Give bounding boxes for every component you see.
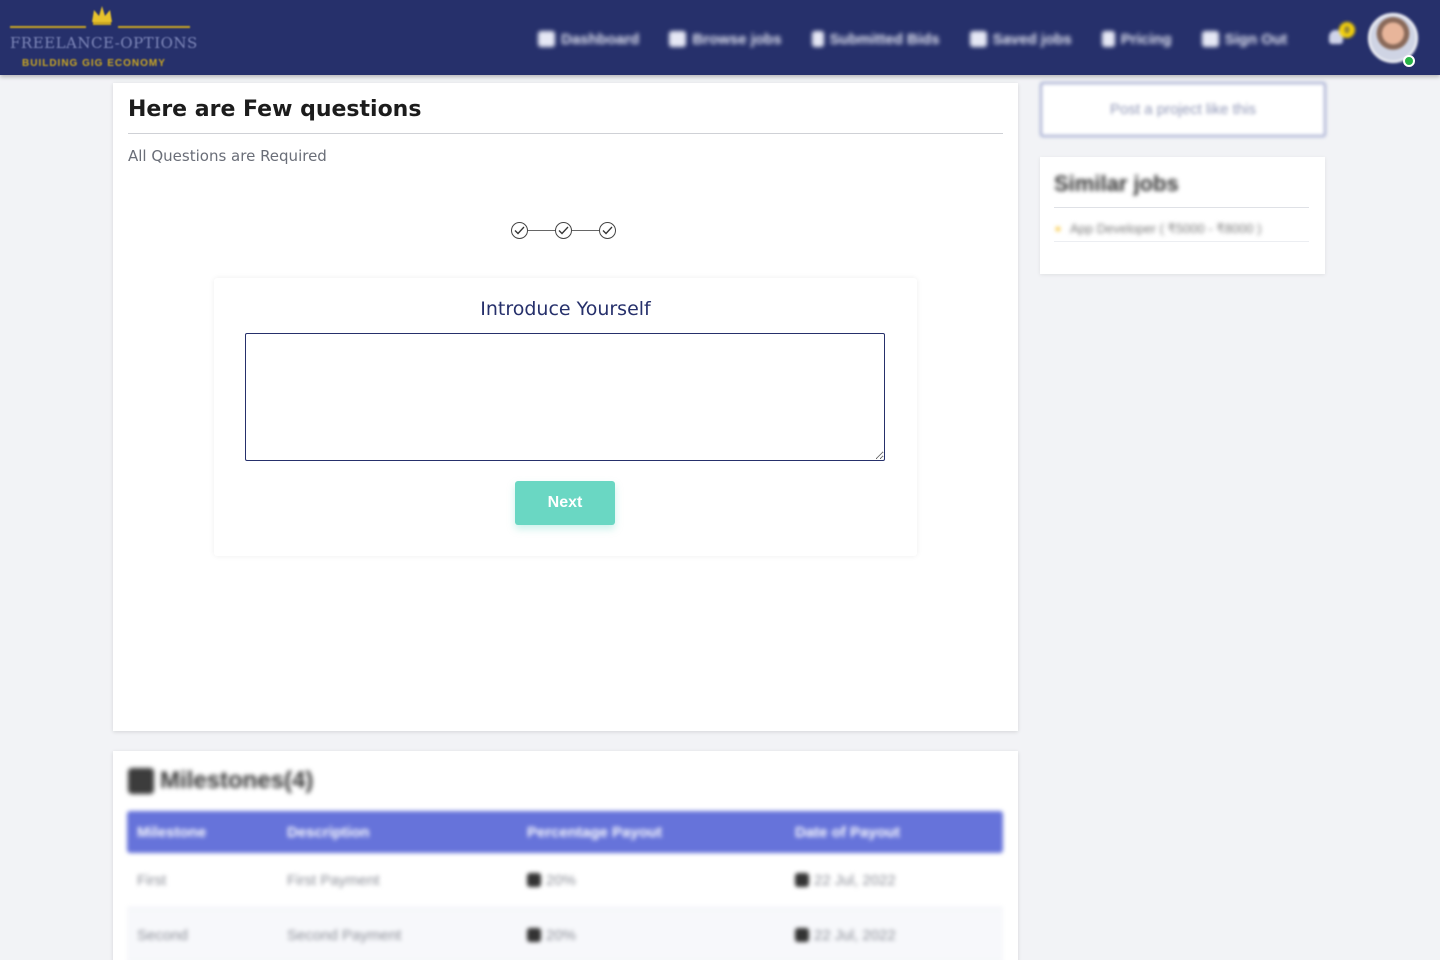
nav-saved-jobs[interactable]: Saved jobs	[969, 30, 1072, 48]
milestones-card: Milestones(4) Milestone Description Perc…	[113, 751, 1018, 960]
date-cell: 22 Jul, 2022	[785, 872, 1003, 889]
column-header: Date of Payout	[795, 823, 901, 841]
crown-icon	[92, 6, 112, 25]
post-project-button[interactable]: Post a project like this	[1040, 82, 1326, 137]
step-1-check-icon	[511, 222, 528, 239]
column-header: Milestone	[137, 823, 207, 841]
similar-job-link[interactable]: App Developer ( ₹5000 - ₹8000 )	[1056, 221, 1261, 237]
similar-jobs-divider	[1054, 207, 1309, 208]
star-icon	[969, 31, 987, 47]
table-row: First First Payment 20% 22 Jul, 2022	[127, 853, 1003, 908]
step-3-check-icon	[599, 222, 616, 239]
brand-name: FREELANCE-OPTIONS	[10, 34, 198, 52]
milestones-heading: Milestones(4)	[128, 765, 313, 797]
description-cell: Second Payment	[287, 926, 402, 944]
table-header: Milestone Description Percentage Payout …	[127, 811, 1003, 853]
step-progress	[511, 222, 621, 240]
nav-pricing-label: Pricing	[1120, 30, 1172, 48]
nav-sign-out[interactable]: Sign Out	[1201, 30, 1288, 48]
receipt-icon	[1101, 31, 1115, 47]
notification-badge: 0	[1339, 22, 1355, 38]
nav-saved-jobs-label: Saved jobs	[992, 30, 1072, 48]
notifications-button[interactable]: 0	[1325, 22, 1355, 50]
questions-card: Here are Few questions All Questions are…	[113, 83, 1018, 731]
question-panel: Introduce Yourself Next	[214, 278, 917, 556]
sign-out-icon	[1201, 31, 1219, 47]
date-value: 22 Jul, 2022	[814, 871, 896, 889]
milestones-table: Milestone Description Percentage Payout …	[127, 811, 1003, 960]
edit-icon	[669, 31, 687, 47]
title-divider	[128, 133, 1003, 134]
description-cell: First Payment	[287, 871, 380, 889]
brand-logo[interactable]: FREELANCE-OPTIONS BUILDING GIG ECONOMY	[10, 4, 198, 72]
main-nav: Dashboard Browse jobs Submitted Bids Sav…	[538, 26, 1317, 52]
similar-job-label: App Developer ( ₹5000 - ₹8000 )	[1070, 221, 1262, 236]
brand-tagline: BUILDING GIG ECONOMY	[22, 58, 166, 69]
money-icon	[527, 873, 541, 887]
document-icon	[811, 31, 824, 47]
nav-pricing[interactable]: Pricing	[1101, 30, 1172, 48]
date-cell: 22 Jul, 2022	[785, 927, 1003, 944]
nav-sign-out-label: Sign Out	[1224, 30, 1288, 48]
nav-submitted-bids[interactable]: Submitted Bids	[811, 30, 940, 48]
similar-jobs-title: Similar jobs	[1054, 171, 1179, 196]
money-icon	[128, 768, 154, 794]
column-header: Percentage Payout	[527, 823, 663, 841]
next-button[interactable]: Next	[515, 481, 615, 525]
milestone-cell: Second	[137, 926, 188, 944]
payout-value: 20%	[546, 926, 577, 944]
home-icon	[538, 31, 555, 47]
nav-dashboard-label: Dashboard	[561, 30, 640, 48]
step-2-check-icon	[555, 222, 572, 239]
milestones-title: Milestones(4)	[160, 767, 314, 794]
introduce-yourself-textarea[interactable]	[245, 333, 885, 461]
nav-browse-jobs[interactable]: Browse jobs	[669, 30, 782, 48]
similar-item-divider	[1054, 241, 1309, 242]
payout-value: 20%	[546, 871, 577, 889]
bullet-icon	[1056, 227, 1060, 231]
nav-browse-jobs-label: Browse jobs	[692, 30, 782, 48]
nav-dashboard[interactable]: Dashboard	[538, 31, 639, 48]
payout-cell: 20%	[517, 927, 785, 944]
table-row: Second Second Payment 20% 22 Jul, 2022	[127, 908, 1003, 960]
calendar-icon	[795, 873, 809, 887]
nav-submitted-bids-label: Submitted Bids	[829, 30, 940, 48]
page-subtitle: All Questions are Required	[128, 147, 327, 165]
milestone-cell: First	[137, 871, 167, 889]
date-value: 22 Jul, 2022	[814, 926, 896, 944]
calendar-icon	[795, 928, 809, 942]
top-navbar: FREELANCE-OPTIONS BUILDING GIG ECONOMY D…	[0, 0, 1440, 75]
similar-jobs-card: Similar jobs App Developer ( ₹5000 - ₹80…	[1040, 157, 1325, 274]
online-status-indicator	[1403, 55, 1415, 67]
payout-cell: 20%	[517, 872, 785, 889]
column-header: Description	[287, 823, 370, 841]
page-title: Here are Few questions	[128, 97, 422, 122]
money-icon	[527, 928, 541, 942]
question-label: Introduce Yourself	[480, 298, 651, 320]
